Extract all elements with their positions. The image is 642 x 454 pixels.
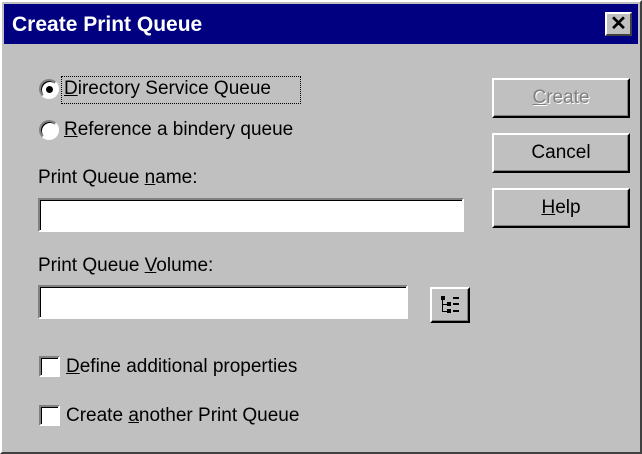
print-queue-name-label: Print Queue name: — [38, 167, 198, 188]
close-button[interactable]: ✕ — [605, 12, 632, 36]
print-queue-volume-input[interactable] — [38, 285, 408, 319]
cancel-button[interactable]: Cancel — [492, 133, 630, 173]
create-print-queue-dialog: Create Print Queue ✕ Directory Service Q… — [0, 0, 642, 454]
radio-label-directory-service-queue[interactable]: Directory Service Queue — [64, 78, 271, 100]
tree-browse-icon — [441, 296, 459, 313]
title-bar: Create Print Queue ✕ — [4, 4, 638, 44]
checkbox-define-additional-properties[interactable] — [39, 356, 60, 377]
browse-volume-button[interactable] — [430, 287, 470, 323]
radio-label-reference-bindery-queue[interactable]: Reference a bindery queue — [64, 119, 293, 141]
print-queue-name-input[interactable] — [38, 198, 464, 232]
create-button[interactable]: Create — [492, 78, 630, 118]
checkbox-label-define-additional-properties[interactable]: Define additional properties — [66, 356, 297, 378]
checkbox-label-create-another-print-queue[interactable]: Create another Print Queue — [66, 405, 299, 427]
radio-reference-bindery-queue[interactable] — [39, 120, 59, 140]
radio-selected-dot — [46, 86, 53, 93]
close-icon: ✕ — [610, 13, 627, 35]
dialog-title: Create Print Queue — [12, 13, 203, 36]
print-queue-volume-label: Print Queue Volume: — [38, 255, 214, 276]
help-button[interactable]: Help — [492, 188, 630, 228]
checkbox-create-another-print-queue[interactable] — [39, 405, 60, 426]
radio-directory-service-queue[interactable] — [39, 79, 59, 99]
